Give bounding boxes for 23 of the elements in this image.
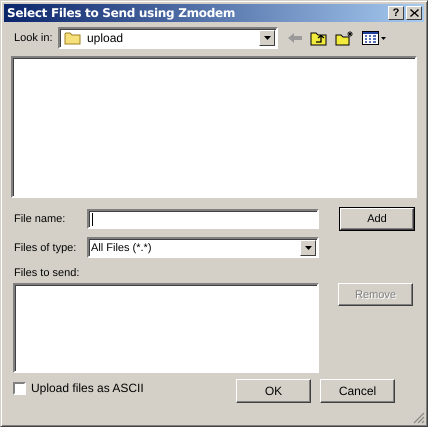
file-list[interactable] [11,56,417,198]
file-name-field[interactable] [87,208,319,228]
add-button[interactable]: Add [340,208,414,230]
window-title: Select Files to Send using Zmodem [7,6,236,20]
help-button[interactable]: ? [388,6,404,20]
dialog-button[interactable]: Cancel [320,379,395,403]
ascii-option-label: Upload files as ASCII [31,381,145,395]
look-in-label: Look in: [14,32,54,44]
checkbox[interactable] [13,382,26,394]
files-to-send-list[interactable] [13,283,319,373]
file-type-dropdown[interactable]: All Files (*.*) [87,237,319,258]
files-to-send-label: Files to send: [14,267,80,279]
view-menu-icon[interactable] [362,30,386,46]
close-button[interactable] [406,6,422,20]
file-name-label: File name: [14,212,66,224]
file-type-label: Files of type: [14,242,78,254]
up-folder-icon[interactable] [310,30,328,46]
look-in-dropdown[interactable]: upload [58,27,278,49]
new-folder-icon[interactable] [335,30,355,46]
resize-grip-icon[interactable] [413,412,425,424]
dialog-button[interactable]: OK [236,379,311,403]
folder-icon [64,31,82,45]
close-icon [410,9,418,17]
